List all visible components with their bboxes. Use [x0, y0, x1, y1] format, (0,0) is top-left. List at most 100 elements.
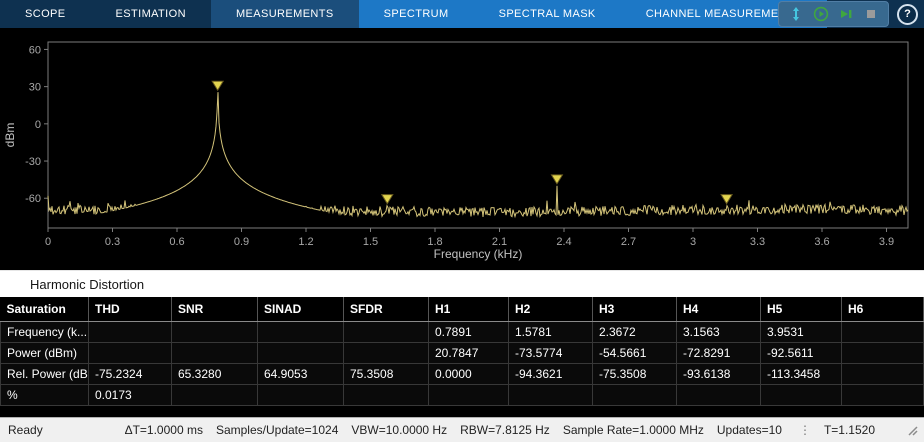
x-tick-label: 0.6 [169, 236, 184, 248]
table-cell: -72.8291 [677, 343, 761, 364]
x-tick-label: 3.3 [750, 236, 765, 248]
table-cell: 3.1563 [677, 322, 761, 343]
table-cell: 64.9053 [258, 364, 344, 385]
table-cell [344, 322, 429, 343]
tab-spectrum[interactable]: SPECTRUM [359, 0, 474, 28]
column-header-h6: H6 [842, 297, 924, 322]
table-cell [344, 385, 429, 406]
table-cell: -75.3508 [593, 364, 677, 385]
x-tick-label: 1.2 [298, 236, 313, 248]
column-header-h5: H5 [761, 297, 842, 322]
plot-panel: 60300-30-6000.30.60.91.21.51.82.12.42.73… [0, 28, 924, 270]
table-row: %0.0173 [1, 385, 924, 406]
table-cell: 0.7891 [429, 322, 509, 343]
status-item: Updates=10 [717, 423, 782, 437]
peak-marker[interactable] [551, 175, 562, 184]
help-button[interactable]: ? [897, 4, 918, 25]
column-header-sfdr: SFDR [344, 297, 429, 322]
table-cell [429, 385, 509, 406]
y-tick-label: 60 [29, 44, 41, 56]
run-icon[interactable] [813, 6, 829, 22]
column-header-h2: H2 [509, 297, 593, 322]
column-header-h3: H3 [593, 297, 677, 322]
row-label: Frequency (k... [1, 322, 89, 343]
column-header-snr: SNR [172, 297, 258, 322]
x-tick-label: 0.9 [234, 236, 249, 248]
row-label: % [1, 385, 89, 406]
table-cell [677, 385, 761, 406]
x-tick-label: 3 [690, 236, 696, 248]
table-cell: 0.0173 [89, 385, 172, 406]
table-header-row: SaturationTHDSNRSINADSFDRH1H2H3H4H5H6 [1, 297, 924, 322]
table-cell: 2.3672 [593, 322, 677, 343]
harmonic-distortion-header: Harmonic Distortion [0, 270, 924, 298]
table-cell [258, 385, 344, 406]
table-row: Rel. Power (dB...-75.232465.328064.90537… [1, 364, 924, 385]
status-item: Samples/Update=1024 [216, 423, 338, 437]
resize-grip-icon[interactable] [906, 424, 918, 436]
table-cell: -54.5661 [593, 343, 677, 364]
table-cell [842, 322, 924, 343]
y-tick-label: 0 [35, 119, 41, 131]
status-splitter-icon[interactable]: ⋮ [799, 423, 811, 437]
status-item: ΔT=1.0000 ms [125, 423, 203, 437]
table-row: Frequency (k... 0.78911.57812.36723.15633… [1, 322, 924, 343]
y-tick-label: 30 [29, 82, 41, 94]
table-cell: 3.9531 [761, 322, 842, 343]
harmonics-table-container: SaturationTHDSNRSINADSFDRH1H2H3H4H5H6Fre… [0, 297, 924, 417]
row-label: Power (dBm) [1, 343, 89, 364]
tab-scope[interactable]: SCOPE [0, 0, 91, 28]
status-right: ΔT=1.0000 ms Samples/Update=1024 VBW=10.00… [125, 423, 924, 437]
table-cell: 75.3508 [344, 364, 429, 385]
status-ready: Ready [0, 423, 43, 437]
tab-estimation[interactable]: ESTIMATION [91, 0, 211, 28]
x-tick-label: 3.9 [879, 236, 894, 248]
table-cell: 0.0000 [429, 364, 509, 385]
table-cell: -94.3621 [509, 364, 593, 385]
axes-box [48, 42, 908, 228]
y-tick-label: -30 [25, 156, 41, 168]
table-cell: -73.5774 [509, 343, 593, 364]
column-header-h1: H1 [429, 297, 509, 322]
x-tick-label: 0 [45, 236, 51, 248]
x-tick-label: 0.3 [105, 236, 120, 248]
step-forward-icon[interactable] [838, 6, 854, 22]
spectrum-plot[interactable]: 60300-30-6000.30.60.91.21.51.82.12.42.73… [0, 28, 924, 270]
y-tick-label: -60 [25, 193, 41, 205]
table-cell: 1.5781 [509, 322, 593, 343]
status-item: VBW=10.0000 Hz [351, 423, 447, 437]
table-cell: 20.7847 [429, 343, 509, 364]
playback-controls [778, 1, 889, 27]
peak-marker[interactable] [212, 81, 223, 90]
table-cell [509, 385, 593, 406]
table-cell: -92.5611 [761, 343, 842, 364]
table-cell [842, 385, 924, 406]
peak-marker[interactable] [382, 195, 393, 204]
column-header-sinad: SINAD [258, 297, 344, 322]
peak-marker[interactable] [721, 195, 732, 204]
table-cell [172, 343, 258, 364]
x-tick-label: 1.5 [363, 236, 378, 248]
table-cell [344, 343, 429, 364]
table-cell [842, 343, 924, 364]
autoscale-icon[interactable] [788, 6, 804, 22]
table-cell [258, 322, 344, 343]
status-item: RBW=7.8125 Hz [460, 423, 550, 437]
panel-title: Harmonic Distortion [0, 277, 144, 292]
table-cell [258, 343, 344, 364]
tab-measurements[interactable]: MEASUREMENTS [211, 0, 359, 28]
x-tick-label: 2.7 [621, 236, 636, 248]
tab-spectral-mask[interactable]: SPECTRAL MASK [474, 0, 621, 28]
table-cell: -113.3458 [761, 364, 842, 385]
spectrum-trace [48, 92, 908, 217]
table-cell [761, 385, 842, 406]
table-cell: -93.6138 [677, 364, 761, 385]
column-header-saturation: Saturation [1, 297, 89, 322]
table-cell: 65.3280 [172, 364, 258, 385]
table-cell [842, 364, 924, 385]
table-row: Power (dBm) 20.7847-73.5774-54.5661-72.82… [1, 343, 924, 364]
x-tick-label: 2.4 [556, 236, 571, 248]
status-time: T=1.1520 [824, 423, 875, 437]
table-cell [89, 343, 172, 364]
stop-icon[interactable] [863, 6, 879, 22]
